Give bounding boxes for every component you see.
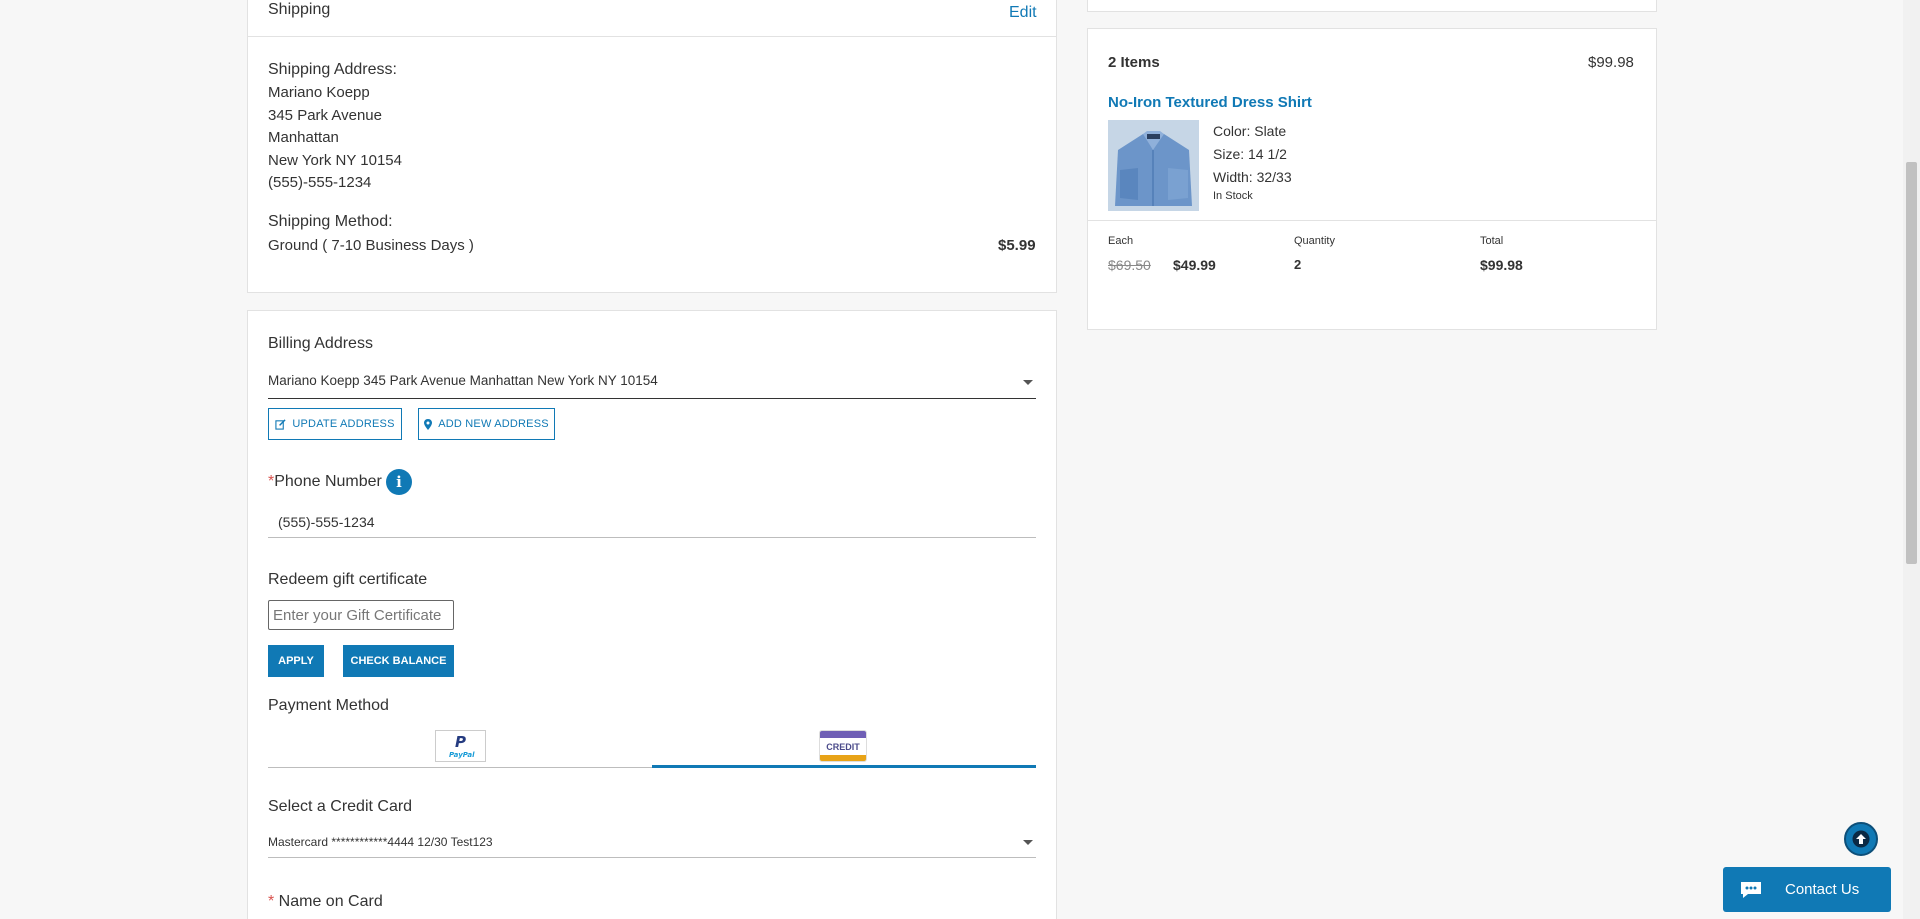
contact-us-label: Contact Us [1785, 881, 1860, 898]
billing-address-select[interactable]: Mariano Koepp 345 Park Avenue Manhattan … [268, 367, 1036, 399]
credit-logo-top-band [820, 731, 866, 738]
phone-number-label: *Phone Number [268, 473, 382, 491]
product-color: Color: Slate [1213, 123, 1287, 139]
map-pin-icon [424, 418, 433, 430]
arrow-up-icon [1852, 830, 1870, 848]
phone-number-input[interactable]: (555)-555-1234 [268, 506, 1036, 538]
items-total: $99.98 [1588, 54, 1634, 71]
shipping-phone: (555)-555-1234 [268, 174, 372, 191]
shipping-divider [248, 36, 1056, 37]
shipping-title: Shipping [268, 1, 331, 18]
shipping-panel: Shipping Edit Shipping Address: Mariano … [247, 0, 1057, 293]
credit-logo-text: CREDIT [820, 738, 866, 755]
scrollbar-thumb[interactable] [1906, 162, 1917, 564]
paypal-logo-mark: P [455, 733, 466, 751]
summary-divider [1088, 220, 1656, 221]
contact-us-chat-button[interactable]: Contact Us [1723, 867, 1891, 912]
billing-panel: Billing Address Mariano Koepp 345 Park A… [247, 310, 1057, 919]
edit-icon [275, 418, 286, 430]
stock-status: In Stock [1213, 190, 1253, 202]
each-label: Each [1108, 235, 1134, 247]
shipping-method-label: Shipping Method: [268, 213, 393, 230]
gift-certificate-placeholder: Enter your Gift Certificate [273, 607, 442, 624]
page-scrollbar[interactable] [1903, 0, 1920, 919]
payment-method-label: Payment Method [268, 697, 389, 714]
chevron-down-icon [1023, 380, 1033, 385]
credit-logo-bottom-band [820, 755, 866, 761]
back-to-top-button[interactable] [1844, 822, 1878, 856]
credit-card-logo: CREDIT [819, 730, 867, 762]
shipping-street: 345 Park Avenue [268, 107, 382, 124]
phone-number-value: (555)-555-1234 [278, 514, 375, 530]
items-count: 2 Items [1108, 54, 1160, 71]
shipping-method-value: Ground ( 7-10 Business Days ) [268, 237, 474, 254]
info-icon[interactable]: i [386, 469, 412, 495]
check-balance-button[interactable]: CHECK BALANCE [343, 645, 454, 677]
shipping-edit-link[interactable]: Edit [1009, 4, 1037, 22]
update-address-button[interactable]: UPDATE ADDRESS [268, 408, 402, 440]
product-name-link[interactable]: No-Iron Textured Dress Shirt [1108, 94, 1312, 111]
total-label: Total [1480, 235, 1504, 247]
billing-title: Billing Address [268, 335, 373, 352]
top-right-panel-edge [1087, 0, 1657, 12]
apply-button[interactable]: APPLY [268, 645, 324, 677]
shipping-address-label: Shipping Address: [268, 61, 397, 78]
add-new-address-button[interactable]: ADD NEW ADDRESS [418, 408, 555, 440]
name-on-card-label-text: Name on Card [274, 893, 383, 910]
update-address-label: UPDATE ADDRESS [292, 418, 395, 430]
original-price: $69.50 [1108, 257, 1151, 273]
gift-certificate-label: Redeem gift certificate [268, 571, 428, 588]
paypal-logo: P PayPal [435, 730, 486, 762]
payment-tab-credit[interactable]: CREDIT [652, 726, 1036, 768]
shipping-method-price: $5.99 [998, 237, 1036, 254]
product-image[interactable] [1108, 120, 1199, 211]
shirt-image [1108, 120, 1199, 211]
total-value: $99.98 [1480, 257, 1523, 273]
order-summary-panel: 2 Items $99.98 No-Iron Textured Dress Sh… [1087, 28, 1657, 330]
shipping-area: Manhattan [268, 129, 339, 146]
product-size: Size: 14 1/2 [1213, 146, 1287, 162]
payment-tab-paypal[interactable]: P PayPal [268, 726, 652, 768]
quantity-label: Quantity [1294, 235, 1335, 247]
billing-address-value: Mariano Koepp 345 Park Avenue Manhattan … [268, 373, 658, 388]
select-credit-card-label: Select a Credit Card [268, 798, 413, 815]
chevron-down-icon [1023, 840, 1033, 845]
chat-icon [1741, 881, 1761, 898]
phone-number-label-text: Phone Number [274, 473, 382, 490]
quantity-value: 2 [1294, 257, 1302, 272]
credit-card-select[interactable]: Mastercard ************4444 12/30 Test12… [268, 826, 1036, 858]
name-on-card-label: * Name on Card [268, 893, 383, 911]
paypal-logo-text: PayPal [449, 751, 475, 759]
credit-card-value: Mastercard ************4444 12/30 Test12… [268, 835, 493, 849]
sale-price: $49.99 [1173, 257, 1216, 273]
add-new-address-label: ADD NEW ADDRESS [438, 418, 549, 430]
gift-certificate-input[interactable]: Enter your Gift Certificate [268, 600, 454, 630]
shipping-name: Mariano Koepp [268, 84, 370, 101]
shipping-city-state-zip: New York NY 10154 [268, 152, 402, 169]
product-width: Width: 32/33 [1213, 169, 1292, 185]
